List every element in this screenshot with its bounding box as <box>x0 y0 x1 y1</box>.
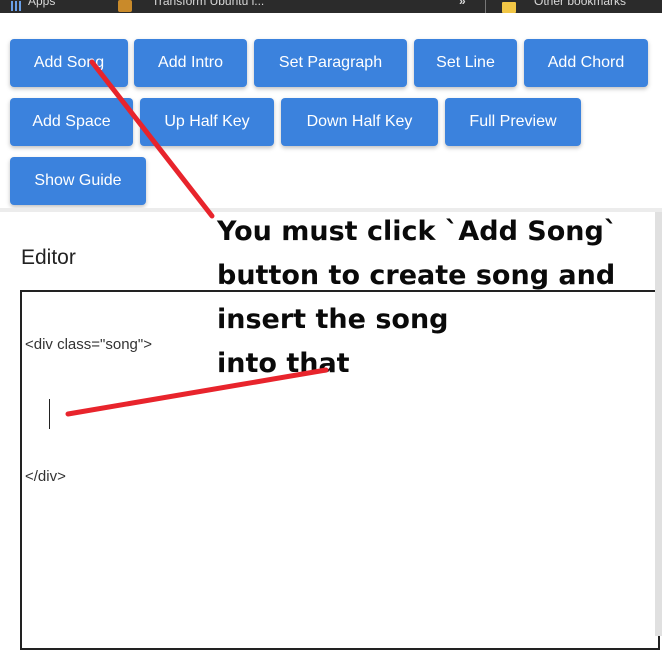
editor-toolbar: Add Song Add Intro Set Paragraph Set Lin… <box>0 13 662 208</box>
folder-icon[interactable] <box>502 2 516 13</box>
editor-line-open-div: <div class="song"> <box>25 336 152 353</box>
bookmarks-overflow-chevron[interactable]: » <box>459 0 466 8</box>
bookmark-other-bookmarks[interactable]: Other bookmarks <box>534 0 626 8</box>
bookmark-transform-ubuntu[interactable]: Transform Ubuntu i... <box>152 0 264 8</box>
add-intro-button[interactable]: Add Intro <box>134 39 247 87</box>
annotation-line: button to create song and <box>217 260 616 291</box>
down-half-key-button[interactable]: Down Half Key <box>281 98 438 146</box>
up-half-key-button[interactable]: Up Half Key <box>140 98 274 146</box>
ubuntu-bookmark-icon[interactable] <box>118 0 132 12</box>
show-guide-button[interactable]: Show Guide <box>10 157 146 205</box>
annotation-note: You must click `Add Song` button to crea… <box>217 210 657 386</box>
add-space-button[interactable]: Add Space <box>10 98 133 146</box>
full-preview-button[interactable]: Full Preview <box>445 98 581 146</box>
editor-heading: Editor <box>21 246 76 269</box>
set-line-button[interactable]: Set Line <box>414 39 517 87</box>
bookmark-apps[interactable]: Apps <box>28 0 55 8</box>
apps-grid-icon[interactable] <box>11 1 23 11</box>
text-cursor <box>49 399 50 429</box>
annotation-line: You must click `Add Song` <box>217 216 618 247</box>
add-song-button[interactable]: Add Song <box>10 39 128 87</box>
annotation-line: insert the song <box>217 304 449 335</box>
bookmarks-separator <box>485 0 486 13</box>
bookmarks-bar: Apps Transform Ubuntu i... » Other bookm… <box>0 0 662 13</box>
annotation-line: into that <box>217 348 350 379</box>
add-chord-button[interactable]: Add Chord <box>524 39 648 87</box>
set-paragraph-button[interactable]: Set Paragraph <box>254 39 407 87</box>
editor-line-close-div: </div> <box>25 468 66 485</box>
